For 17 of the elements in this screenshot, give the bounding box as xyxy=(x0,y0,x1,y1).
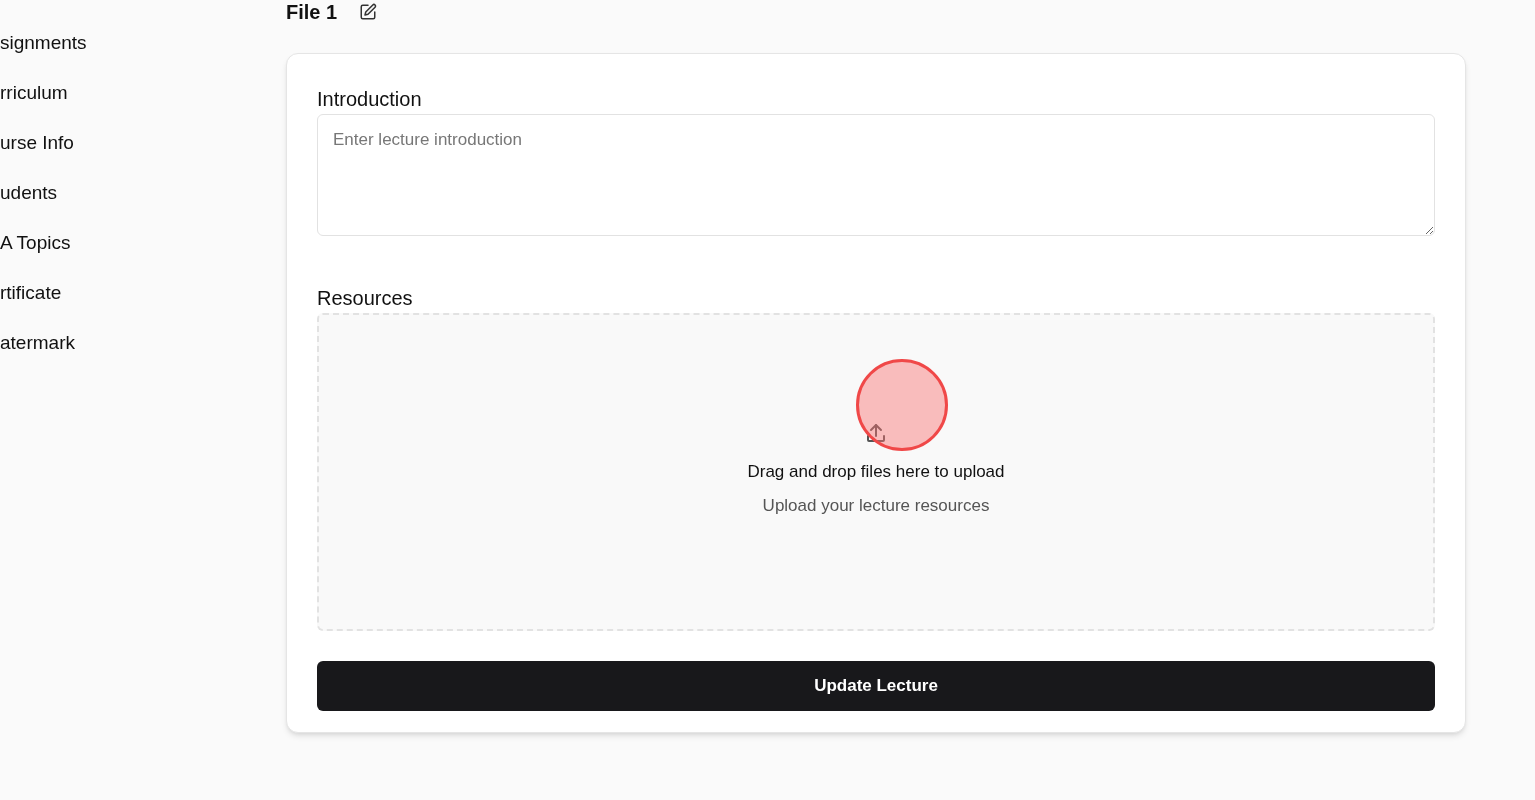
edit-icon[interactable] xyxy=(359,3,378,21)
introduction-field[interactable]: Enter lecture introduction xyxy=(317,114,1435,236)
sidebar-item[interactable]: urse Info xyxy=(0,131,74,155)
sidebar-item[interactable]: udents xyxy=(0,181,58,205)
sidebar-item[interactable]: A Topics xyxy=(0,231,71,255)
update-lecture-button[interactable]: Update Lecture xyxy=(317,661,1435,711)
sidebar-item[interactable]: rriculum xyxy=(0,81,68,105)
sidebar-item[interactable]: atermark xyxy=(0,331,75,355)
sidebar-item[interactable]: rtificate xyxy=(0,281,62,305)
upload-icon xyxy=(864,421,888,445)
field-label: Introduction xyxy=(317,87,423,112)
field-label: Resources xyxy=(317,286,414,311)
dropzone-hint: Upload your lecture resources xyxy=(762,494,990,517)
dropzone-text: Drag and drop files here to upload xyxy=(747,461,1005,483)
file-dropzone[interactable]: Drag and drop files here to upload Upload your lecture resources xyxy=(317,313,1435,631)
page-title: File 1 xyxy=(286,0,338,25)
sidebar-item[interactable]: signments xyxy=(0,31,87,55)
